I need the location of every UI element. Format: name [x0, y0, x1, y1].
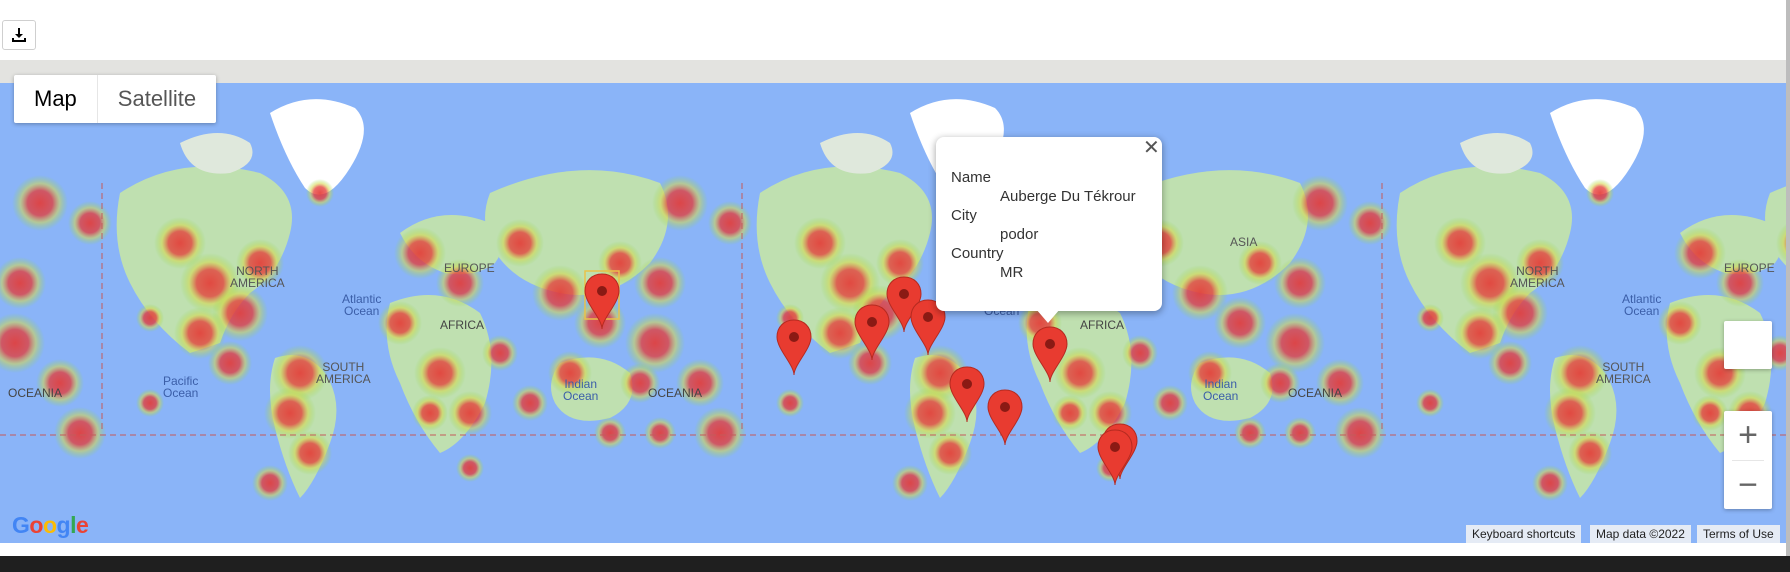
- info-city-label: City: [951, 207, 977, 224]
- info-name-label: Name: [951, 169, 992, 186]
- map-label-europe: EUROPE: [444, 261, 495, 275]
- map-label-south-america: SOUTH AMERICA: [316, 360, 371, 386]
- zoom-control: + −: [1724, 411, 1772, 509]
- map-label-oceania: OCEANIA: [8, 386, 63, 400]
- info-name-value: Auberge Du Tékrour: [1000, 188, 1136, 205]
- info-window: ✕ Name Auberge Du Tékrour City podor Cou…: [936, 137, 1162, 323]
- map-label-oceania: OCEANIA: [648, 386, 703, 400]
- map-label-pacific-ocean: Pacific Ocean: [163, 374, 199, 400]
- map-label-africa: AFRICA: [1080, 318, 1125, 332]
- map-data-attribution: Map data ©2022: [1590, 525, 1691, 543]
- info-city-value: podor: [1000, 226, 1039, 243]
- map-label-europe: EUROPE: [1724, 261, 1775, 275]
- map-type-satellite-button[interactable]: Satellite: [98, 75, 216, 123]
- map-label-indian-ocean: Indian Ocean: [1203, 377, 1239, 403]
- map-top-band: [0, 60, 1790, 83]
- map-type-map-button[interactable]: Map: [14, 75, 98, 123]
- info-country-value: MR: [1000, 264, 1024, 281]
- info-country-label: Country: [951, 245, 1004, 262]
- pegman-control[interactable]: [1724, 321, 1772, 369]
- heatmap-map[interactable]: NORTH AMERICA EUROPE AFRICA SOUTH AMERICA …: [0, 83, 1790, 543]
- toolbar: [0, 0, 1790, 60]
- keyboard-shortcuts-link[interactable]: Keyboard shortcuts: [1466, 525, 1582, 543]
- map-label-indian-ocean: Indian Ocean: [563, 377, 599, 403]
- download-icon: [12, 28, 26, 42]
- google-logo: Google: [12, 512, 89, 538]
- zoom-out-button[interactable]: −: [1724, 461, 1772, 509]
- map-label-asia: ASIA: [1230, 235, 1258, 249]
- map-label-north-america: NORTH AMERICA: [230, 264, 285, 290]
- map-label-africa: AFRICA: [440, 318, 485, 332]
- map-label-oceania: OCEANIA: [1288, 386, 1343, 400]
- map-label-north-america: NORTH AMERICA: [1510, 264, 1565, 290]
- info-window-tail: [1036, 309, 1060, 323]
- map-label-atlantic-ocean: AtlanticOcean: [342, 292, 382, 318]
- close-icon[interactable]: ✕: [1143, 137, 1160, 159]
- zoom-in-button[interactable]: +: [1724, 411, 1772, 459]
- map-type-control: Map Satellite: [14, 75, 217, 123]
- terms-of-use-link[interactable]: Terms of Use: [1697, 525, 1780, 543]
- bottom-bar: [0, 556, 1790, 572]
- download-button[interactable]: [2, 20, 36, 50]
- map-label-south-america: SOUTH AMERICA: [1596, 360, 1651, 386]
- scrollbar[interactable]: [1786, 0, 1790, 556]
- map-label-atlantic-ocean: AtlanticOcean: [1622, 292, 1662, 318]
